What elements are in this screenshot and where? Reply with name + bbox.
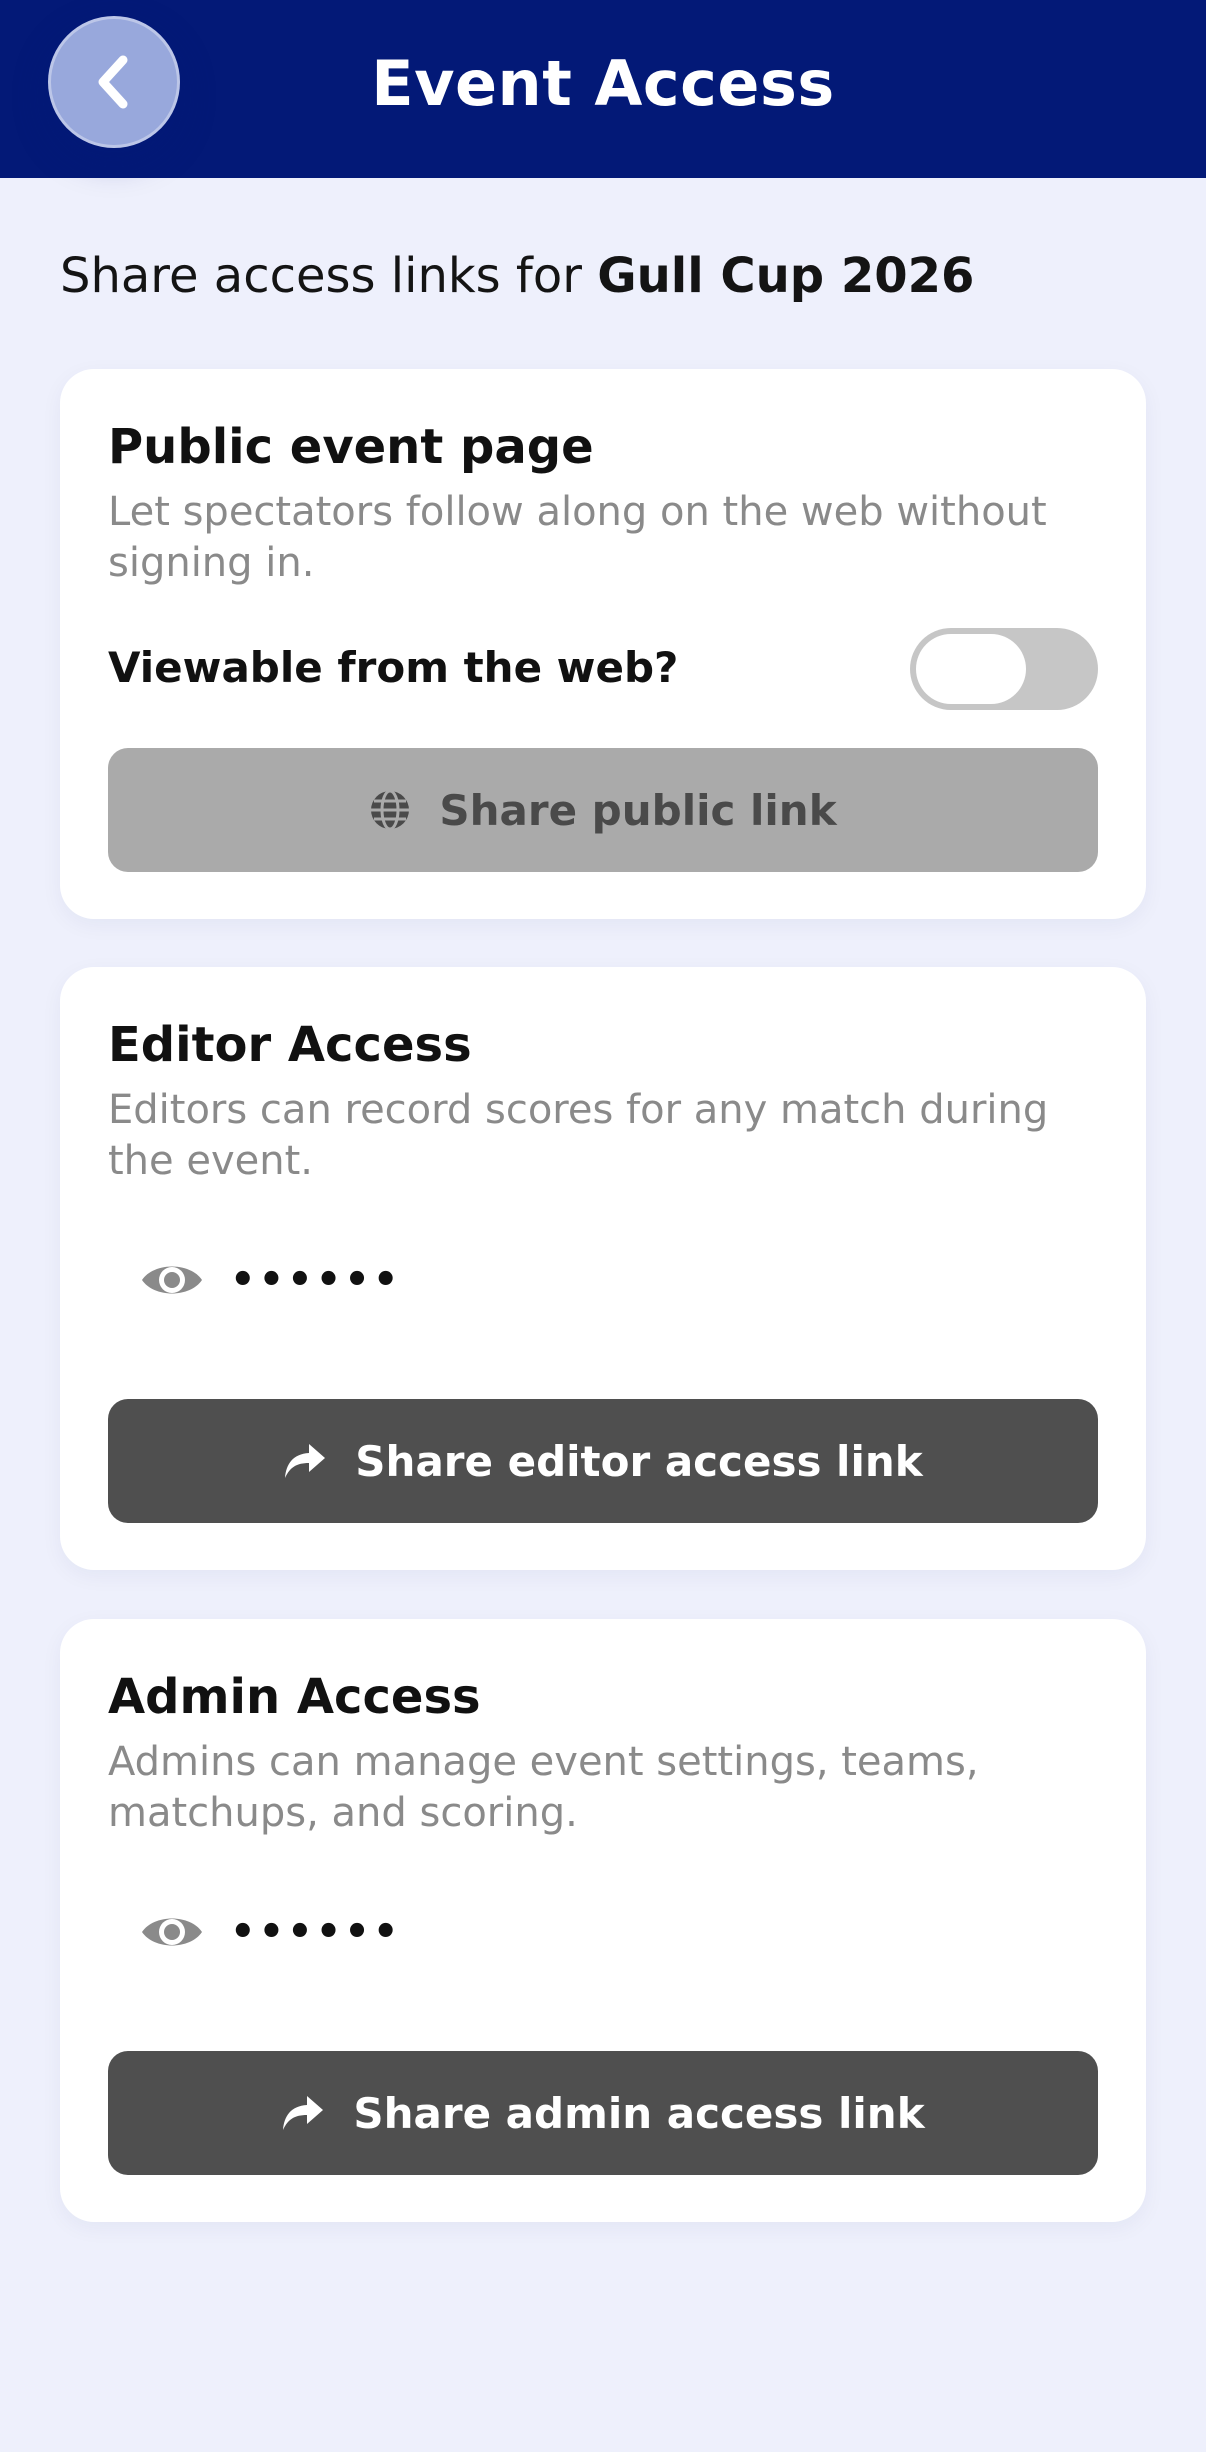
share-editor-link-label: Share editor access link xyxy=(355,1436,923,1486)
admin-secret-row: •••••• xyxy=(140,1909,401,1955)
toggle-knob xyxy=(916,634,1026,704)
intro-text: Share access links for Gull Cup 2026 xyxy=(60,248,974,304)
share-admin-link-button[interactable]: Share admin access link xyxy=(108,2051,1098,2175)
editor-card-title: Editor Access xyxy=(108,1017,472,1073)
admin-secret-value: •••••• xyxy=(230,1909,402,1955)
event-name: Gull Cup 2026 xyxy=(597,248,975,304)
share-admin-link-label: Share admin access link xyxy=(353,2088,925,2138)
admin-card-description: Admins can manage event settings, teams,… xyxy=(108,1739,979,1836)
share-public-link-button[interactable]: Share public link xyxy=(108,748,1098,872)
eye-icon[interactable] xyxy=(140,1258,204,1302)
intro-prefix: Share access links for xyxy=(60,248,598,304)
editor-secret-value: •••••• xyxy=(230,1257,402,1303)
public-event-card: Public event page Let spectators follow … xyxy=(60,369,1146,919)
globe-icon xyxy=(371,789,410,831)
web-visibility-label: Viewable from the web? xyxy=(108,643,679,692)
share-arrow-icon xyxy=(285,1444,326,1478)
editor-secret-row: •••••• xyxy=(140,1257,401,1303)
app-header: Event Access xyxy=(0,0,1206,178)
share-arrow-icon xyxy=(283,2096,324,2130)
editor-card-description: Editors can record scores for any match … xyxy=(108,1087,1049,1184)
share-editor-link-button[interactable]: Share editor access link xyxy=(108,1399,1098,1523)
web-visibility-toggle[interactable] xyxy=(910,628,1098,710)
back-button[interactable] xyxy=(48,16,180,148)
public-card-description: Let spectators follow along on the web w… xyxy=(108,489,1047,586)
editor-access-card: Editor Access Editors can record scores … xyxy=(60,967,1146,1570)
public-card-title: Public event page xyxy=(108,419,594,475)
eye-icon[interactable] xyxy=(140,1910,204,1954)
admin-access-card: Admin Access Admins can manage event set… xyxy=(60,1619,1146,2222)
chevron-left-icon xyxy=(98,55,128,109)
share-public-link-label: Share public link xyxy=(439,785,837,835)
page-title: Event Access xyxy=(371,46,835,120)
admin-card-title: Admin Access xyxy=(108,1669,481,1725)
